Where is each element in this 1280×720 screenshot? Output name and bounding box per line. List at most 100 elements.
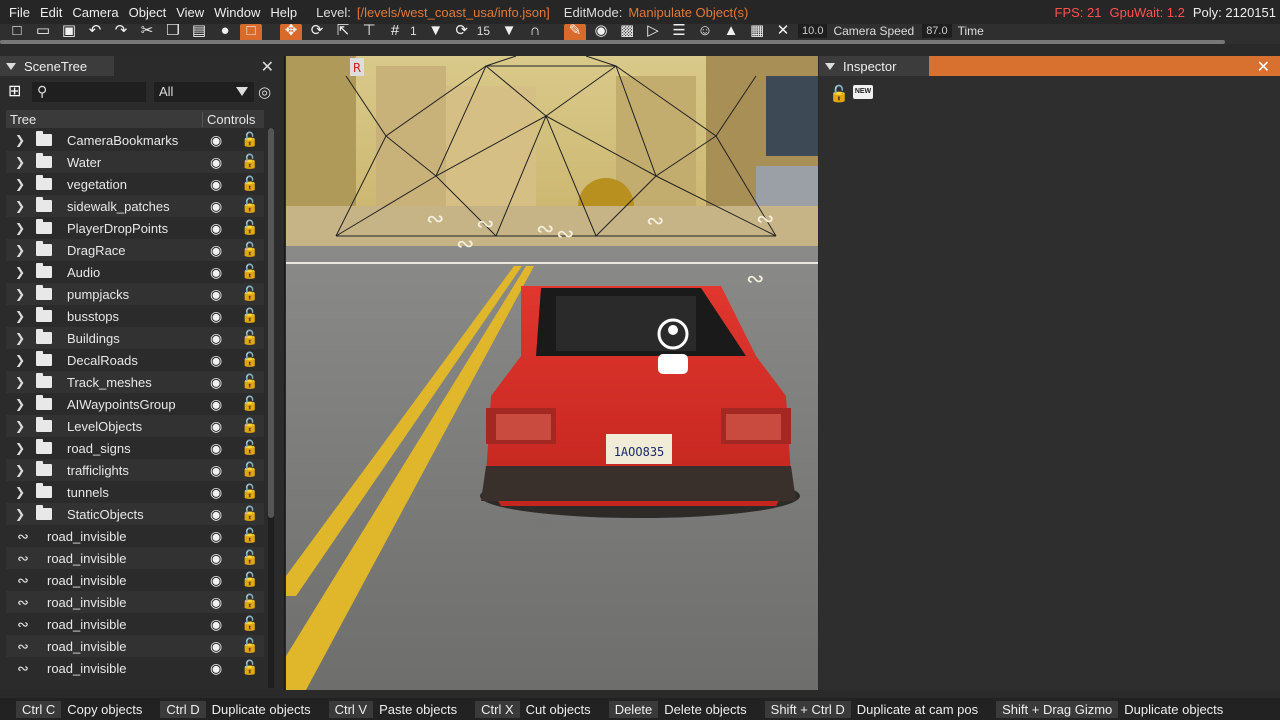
add-group-icon[interactable]: ⊞ xyxy=(8,84,26,101)
eye-icon[interactable]: ◉ xyxy=(210,132,222,149)
chevron-right-icon[interactable]: ❯ xyxy=(10,331,30,345)
tree-scrollbar-thumb[interactable] xyxy=(268,128,274,518)
filter-target-icon[interactable]: ◎ xyxy=(258,83,278,103)
chevron-right-icon[interactable]: ❯ xyxy=(10,419,30,433)
eye-icon[interactable]: ◉ xyxy=(210,638,222,655)
lock-icon[interactable]: 🔓 xyxy=(241,461,258,478)
lock-icon[interactable]: 🔓 xyxy=(241,373,258,390)
close-icon[interactable]: ✕ xyxy=(261,57,274,77)
eye-icon[interactable]: ◉ xyxy=(210,418,222,435)
inspector-tab[interactable]: Inspector xyxy=(819,56,929,76)
lock-icon[interactable]: 🔓 xyxy=(241,659,258,676)
scenetree-tab[interactable]: SceneTree xyxy=(0,56,114,76)
chevron-right-icon[interactable]: ❯ xyxy=(10,309,30,323)
tree-folder-row[interactable]: ❯ AIWaypointsGroup ◉ 🔓 xyxy=(6,393,264,415)
eye-icon[interactable]: ◉ xyxy=(210,242,222,259)
chevron-right-icon[interactable]: ❯ xyxy=(10,441,30,455)
eye-icon[interactable]: ◉ xyxy=(210,374,222,391)
eye-icon[interactable]: ◉ xyxy=(210,462,222,479)
lock-icon[interactable]: 🔓 xyxy=(241,219,258,236)
lock-icon[interactable]: 🔓 xyxy=(241,483,258,500)
lock-icon[interactable]: 🔓 xyxy=(241,329,258,346)
3d-viewport[interactable]: ∾ ∾ ∾ ∾ ∾ ∾ ∾ ∾ 1AOO835 R xyxy=(286,56,818,690)
tree-folder-row[interactable]: ❯ trafficlights ◉ 🔓 xyxy=(6,459,264,481)
lock-icon[interactable]: 🔓 xyxy=(241,175,258,192)
tree-folder-row[interactable]: ❯ Buildings ◉ 🔓 xyxy=(6,327,264,349)
eye-icon[interactable]: ◉ xyxy=(210,550,222,567)
eye-icon[interactable]: ◉ xyxy=(210,506,222,523)
menu-help[interactable]: Help xyxy=(265,5,302,20)
eye-icon[interactable]: ◉ xyxy=(210,616,222,633)
close-icon[interactable]: ✕ xyxy=(1257,57,1270,77)
menu-object[interactable]: Object xyxy=(124,5,172,20)
eye-icon[interactable]: ◉ xyxy=(210,440,222,457)
tree-folder-row[interactable]: ❯ road_signs ◉ 🔓 xyxy=(6,437,264,459)
rotation-step-value[interactable]: 15 xyxy=(477,24,490,38)
eye-icon[interactable]: ◉ xyxy=(210,660,222,677)
camera-speed-field[interactable]: 87.0 xyxy=(922,24,952,38)
chevron-right-icon[interactable]: ❯ xyxy=(10,485,30,499)
eye-icon[interactable]: ◉ xyxy=(210,484,222,501)
tree-folder-row[interactable]: ❯ pumpjacks ◉ 🔓 xyxy=(6,283,264,305)
tree-scrollbar[interactable] xyxy=(268,128,274,688)
eye-icon[interactable]: ◉ xyxy=(210,286,222,303)
tree-folder-row[interactable]: ❯ vegetation ◉ 🔓 xyxy=(6,173,264,195)
eye-icon[interactable]: ◉ xyxy=(210,572,222,589)
tree-folder-row[interactable]: ❯ LevelObjects ◉ 🔓 xyxy=(6,415,264,437)
collapse-icon[interactable] xyxy=(825,62,835,70)
lock-icon[interactable]: 🔓 xyxy=(241,263,258,280)
lock-icon[interactable]: 🔓 xyxy=(241,351,258,368)
speed-field[interactable]: 10.0 xyxy=(798,24,828,38)
chevron-right-icon[interactable]: ❯ xyxy=(10,177,30,191)
toolbar-scrollbar[interactable] xyxy=(0,40,1225,44)
eye-icon[interactable]: ◉ xyxy=(210,220,222,237)
lock-icon[interactable]: 🔓 xyxy=(241,153,258,170)
lock-icon[interactable]: 🔓 xyxy=(829,84,849,104)
eye-icon[interactable]: ◉ xyxy=(210,330,222,347)
lock-icon[interactable]: 🔓 xyxy=(241,527,258,544)
eye-icon[interactable]: ◉ xyxy=(210,176,222,193)
tree-object-row[interactable]: ∾ road_invisible ◉ 🔓 xyxy=(6,613,264,635)
lock-icon[interactable]: 🔓 xyxy=(241,549,258,566)
menu-camera[interactable]: Camera xyxy=(67,5,123,20)
eye-icon[interactable]: ◉ xyxy=(210,154,222,171)
tree-object-row[interactable]: ∾ road_invisible ◉ 🔓 xyxy=(6,569,264,591)
lock-icon[interactable]: 🔓 xyxy=(241,637,258,654)
lock-icon[interactable]: 🔓 xyxy=(241,593,258,610)
chevron-right-icon[interactable]: ❯ xyxy=(10,133,30,147)
lock-icon[interactable]: 🔓 xyxy=(241,307,258,324)
tree-object-row[interactable]: ∾ road_invisible ◉ 🔓 xyxy=(6,525,264,547)
new-badge-icon[interactable]: NEW xyxy=(853,85,873,99)
chevron-right-icon[interactable]: ❯ xyxy=(10,287,30,301)
lock-icon[interactable]: 🔓 xyxy=(241,615,258,632)
chevron-right-icon[interactable]: ❯ xyxy=(10,353,30,367)
lock-icon[interactable]: 🔓 xyxy=(241,285,258,302)
tree-object-row[interactable]: ∾ road_invisible ◉ 🔓 xyxy=(6,547,264,569)
tree-folder-row[interactable]: ❯ Audio ◉ 🔓 xyxy=(6,261,264,283)
tree-folder-row[interactable]: ❯ DecalRoads ◉ 🔓 xyxy=(6,349,264,371)
tree-folder-row[interactable]: ❯ tunnels ◉ 🔓 xyxy=(6,481,264,503)
tree-object-row[interactable]: ∾ road_invisible ◉ 🔓 xyxy=(6,591,264,613)
tree-object-row[interactable]: ∾ road_invisible ◉ 🔓 xyxy=(6,657,264,679)
menu-file[interactable]: File xyxy=(4,5,35,20)
tree-folder-row[interactable]: ❯ Water ◉ 🔓 xyxy=(6,151,264,173)
tree-folder-row[interactable]: ❯ PlayerDropPoints ◉ 🔓 xyxy=(6,217,264,239)
tree-folder-row[interactable]: ❯ busstops ◉ 🔓 xyxy=(6,305,264,327)
eye-icon[interactable]: ◉ xyxy=(210,528,222,545)
tree-folder-row[interactable]: ❯ sidewalk_patches ◉ 🔓 xyxy=(6,195,264,217)
menu-view[interactable]: View xyxy=(171,5,209,20)
lock-icon[interactable]: 🔓 xyxy=(241,571,258,588)
tree-folder-row[interactable]: ❯ DragRace ◉ 🔓 xyxy=(6,239,264,261)
menu-edit[interactable]: Edit xyxy=(35,5,67,20)
eye-icon[interactable]: ◉ xyxy=(210,396,222,413)
grid-step-value[interactable]: 1 xyxy=(410,24,417,38)
lock-icon[interactable]: 🔓 xyxy=(241,417,258,434)
lock-icon[interactable]: 🔓 xyxy=(241,131,258,148)
collapse-icon[interactable] xyxy=(6,62,16,70)
lock-icon[interactable]: 🔓 xyxy=(241,505,258,522)
column-controls[interactable]: Controls xyxy=(203,112,255,127)
lock-icon[interactable]: 🔓 xyxy=(241,395,258,412)
chevron-right-icon[interactable]: ❯ xyxy=(10,397,30,411)
lock-icon[interactable]: 🔓 xyxy=(241,197,258,214)
chevron-right-icon[interactable]: ❯ xyxy=(10,375,30,389)
